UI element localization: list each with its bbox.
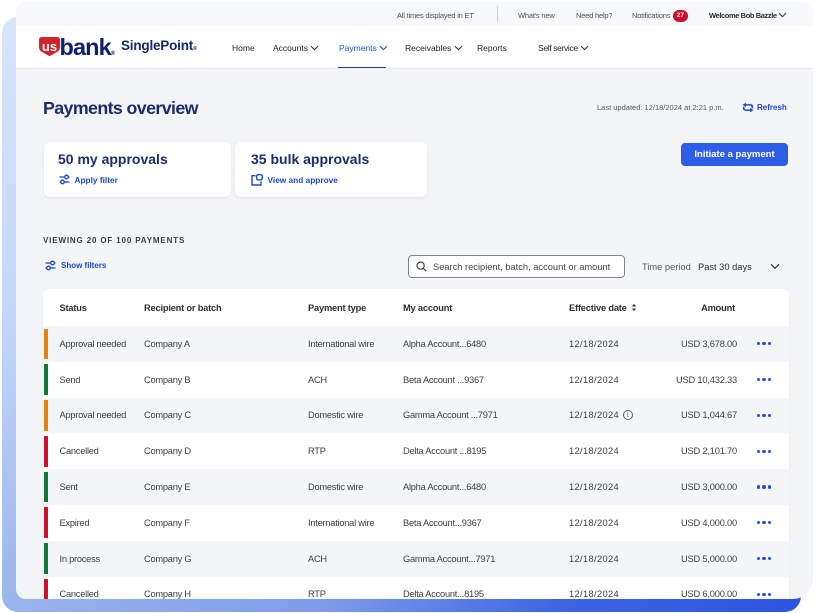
svg-text:us: us bbox=[42, 39, 57, 54]
